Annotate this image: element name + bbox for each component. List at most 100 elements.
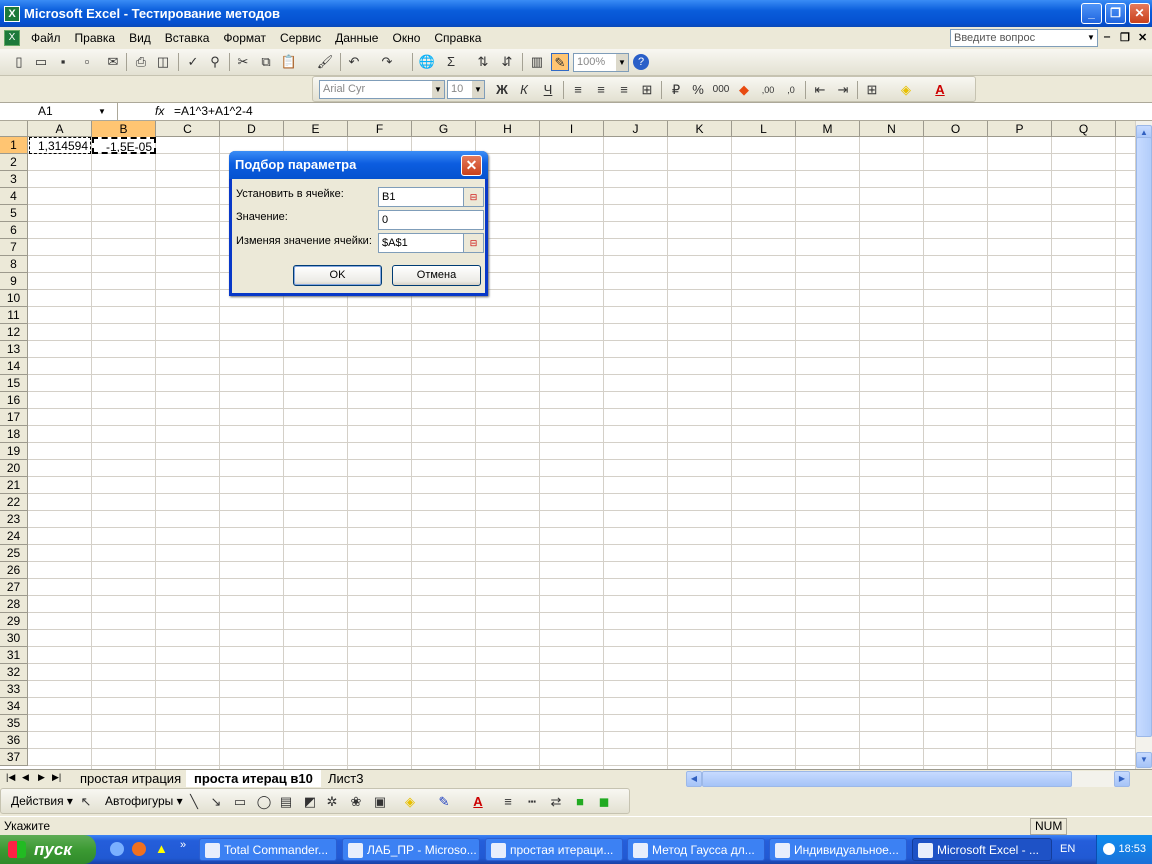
row-header-24[interactable]: 24 bbox=[0, 528, 28, 545]
clipart-icon[interactable]: ❀ bbox=[347, 793, 365, 811]
scroll-right-icon[interactable]: ▶ bbox=[1114, 771, 1130, 787]
chevron-down-icon[interactable]: ▼ bbox=[432, 81, 444, 98]
row-header-5[interactable]: 5 bbox=[0, 205, 28, 222]
dialog-title-bar[interactable]: Подбор параметра ✕ bbox=[229, 151, 488, 179]
wordart-icon[interactable]: ◩ bbox=[301, 793, 319, 811]
row-header-7[interactable]: 7 bbox=[0, 239, 28, 256]
email-icon[interactable]: ✉ bbox=[104, 53, 122, 71]
row-header-34[interactable]: 34 bbox=[0, 698, 28, 715]
picture-icon[interactable]: ▣ bbox=[371, 793, 389, 811]
last-sheet-icon[interactable]: ▶| bbox=[52, 772, 61, 783]
worksheet-grid[interactable]: ABCDEFGHIJKLMNOPQ 1 2 3 4 5 6 7 8 9 10 11 12 13 14 15 1… bbox=[0, 121, 1135, 769]
menu-data[interactable]: Данные bbox=[328, 27, 385, 49]
column-header-f[interactable]: F bbox=[348, 121, 412, 137]
align-left-icon[interactable]: ≡ bbox=[569, 81, 587, 99]
horizontal-scrollbar[interactable]: ◀ ▶ bbox=[686, 771, 1130, 787]
menu-tools[interactable]: Сервис bbox=[273, 27, 328, 49]
sort-ascending-icon[interactable]: ⇅ bbox=[474, 53, 492, 71]
cancel-button[interactable]: Отмена bbox=[392, 265, 481, 286]
row-header-12[interactable]: 12 bbox=[0, 324, 28, 341]
permission-icon[interactable]: ▫ bbox=[78, 53, 96, 71]
column-header-j[interactable]: J bbox=[604, 121, 668, 137]
row-header-32[interactable]: 32 bbox=[0, 664, 28, 681]
font-select[interactable]: Arial Cyr ▼ bbox=[319, 80, 445, 99]
cell-b1[interactable]: -1,5E-05 bbox=[92, 137, 156, 154]
column-header-i[interactable]: I bbox=[540, 121, 604, 137]
decrease-decimal-icon[interactable]: ,0 bbox=[782, 81, 800, 99]
new-icon[interactable]: ▯ bbox=[10, 53, 28, 71]
name-box[interactable]: A1 ▼ bbox=[0, 103, 118, 120]
select-all-corner[interactable] bbox=[0, 121, 28, 137]
quicklaunch-icon-1[interactable] bbox=[110, 842, 124, 856]
print-icon[interactable]: ⎙ bbox=[132, 53, 150, 71]
restore-button[interactable]: ❐ bbox=[1105, 3, 1126, 24]
task-individual[interactable]: Индивидуальное... bbox=[769, 838, 907, 861]
row-header-35[interactable]: 35 bbox=[0, 715, 28, 732]
doc-restore-button[interactable]: ❐ bbox=[1120, 31, 1130, 44]
row-header-4[interactable]: 4 bbox=[0, 188, 28, 205]
task-simple-iteration[interactable]: простая итераци... bbox=[485, 838, 623, 861]
save-icon[interactable]: ▪ bbox=[54, 53, 72, 71]
doc-minimize-button[interactable]: ‒ bbox=[1104, 31, 1110, 43]
diagram-icon[interactable]: ✲ bbox=[323, 793, 341, 811]
undo-icon[interactable]: ↶ bbox=[345, 53, 363, 71]
column-header-o[interactable]: O bbox=[924, 121, 988, 137]
row-header-3[interactable]: 3 bbox=[0, 171, 28, 188]
arrow-icon[interactable]: ↘ bbox=[207, 793, 225, 811]
scroll-down-icon[interactable]: ▼ bbox=[1136, 752, 1152, 768]
sheet-tab-2[interactable]: проста итерац в10 bbox=[186, 770, 321, 787]
row-header-17[interactable]: 17 bbox=[0, 409, 28, 426]
line-color-icon[interactable]: ✎ bbox=[435, 793, 453, 811]
row-header-29[interactable]: 29 bbox=[0, 613, 28, 630]
row-header-37[interactable]: 37 bbox=[0, 749, 28, 766]
ok-button[interactable]: OK bbox=[293, 265, 382, 286]
chart-wizard-icon[interactable]: ▥ bbox=[528, 53, 546, 71]
borders-icon[interactable]: ⊞ bbox=[863, 81, 881, 99]
menu-file[interactable]: Файл bbox=[24, 27, 68, 49]
value-input[interactable]: 0 bbox=[378, 210, 484, 230]
column-header-e[interactable]: E bbox=[284, 121, 348, 137]
column-header-n[interactable]: N bbox=[860, 121, 924, 137]
menu-edit[interactable]: Правка bbox=[68, 27, 123, 49]
column-header-b[interactable]: B bbox=[92, 121, 156, 137]
row-header-6[interactable]: 6 bbox=[0, 222, 28, 239]
minimize-button[interactable]: _ bbox=[1081, 3, 1102, 24]
menu-help[interactable]: Справка bbox=[427, 27, 488, 49]
chevron-down-icon[interactable]: ▼ bbox=[616, 54, 628, 71]
fill-color-icon[interactable]: ◈ bbox=[401, 793, 419, 811]
column-header-m[interactable]: M bbox=[796, 121, 860, 137]
row-header-9[interactable]: 9 bbox=[0, 273, 28, 290]
increase-indent-icon[interactable]: ⇥ bbox=[834, 81, 852, 99]
sort-descending-icon[interactable]: ⇵ bbox=[498, 53, 516, 71]
doc-close-button[interactable]: ✕ bbox=[1138, 31, 1147, 44]
line-style-icon[interactable]: ≡ bbox=[499, 793, 517, 811]
task-gauss-method[interactable]: Метод Гаусса дл... bbox=[627, 838, 765, 861]
font-size-select[interactable]: 10 ▼ bbox=[447, 80, 485, 99]
percent-icon[interactable]: % bbox=[689, 81, 707, 99]
first-sheet-icon[interactable]: |◀ bbox=[6, 772, 15, 783]
menu-window[interactable]: Окно bbox=[385, 27, 427, 49]
help-icon[interactable]: ? bbox=[633, 54, 649, 70]
row-header-14[interactable]: 14 bbox=[0, 358, 28, 375]
row-header-22[interactable]: 22 bbox=[0, 494, 28, 511]
next-sheet-icon[interactable]: ▶ bbox=[38, 772, 45, 783]
row-header-19[interactable]: 19 bbox=[0, 443, 28, 460]
increase-decimal-icon[interactable]: ,00 bbox=[759, 81, 777, 99]
insert-function-icon[interactable]: fx bbox=[155, 103, 164, 120]
row-header-20[interactable]: 20 bbox=[0, 460, 28, 477]
scroll-thumb[interactable] bbox=[1136, 137, 1152, 737]
open-icon[interactable]: ▭ bbox=[32, 53, 50, 71]
tray-icon[interactable] bbox=[1103, 843, 1115, 855]
zoom-select[interactable]: 100% ▼ bbox=[573, 53, 629, 72]
shadow-icon[interactable]: ■ bbox=[571, 793, 589, 811]
row-header-1[interactable]: 1 bbox=[0, 137, 28, 154]
print-preview-icon[interactable]: ◫ bbox=[154, 53, 172, 71]
row-header-25[interactable]: 25 bbox=[0, 545, 28, 562]
row-header-33[interactable]: 33 bbox=[0, 681, 28, 698]
select-objects-icon[interactable]: ↖ bbox=[77, 793, 95, 811]
oval-icon[interactable]: ◯ bbox=[255, 793, 273, 811]
quicklaunch-icon-2[interactable] bbox=[132, 842, 146, 856]
task-excel[interactable]: Microsoft Excel - ... bbox=[912, 838, 1052, 861]
fill-color-icon[interactable]: ◈ bbox=[897, 81, 915, 99]
formula-input[interactable]: =A1^3+A1^2-4 bbox=[174, 103, 253, 120]
